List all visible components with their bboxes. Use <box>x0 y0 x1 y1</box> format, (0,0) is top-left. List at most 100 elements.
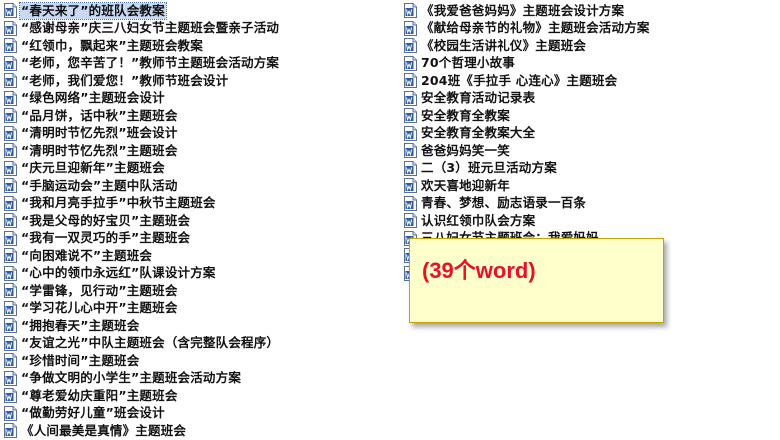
word-document-icon <box>4 160 17 176</box>
word-document-icon <box>404 90 417 106</box>
file-item[interactable]: 《我爱爸爸妈妈》主题班会设计方案 <box>404 2 754 20</box>
file-item[interactable]: “老师，您辛苦了！”教师节主题班会活动方案 <box>4 55 384 73</box>
file-item[interactable]: “红领巾，飘起来”主题班会教案 <box>4 37 384 55</box>
file-item[interactable]: 安全教育全教案 <box>404 107 754 125</box>
file-name: “我有一双灵巧的手”主题班会 <box>21 230 191 246</box>
file-item[interactable]: “清明时节忆先烈”班会设计 <box>4 125 384 143</box>
file-name: “庆元旦迎新年”主题班会 <box>21 160 165 176</box>
file-name: 70个哲理小故事 <box>421 55 515 71</box>
word-document-icon <box>4 370 17 386</box>
file-item[interactable]: “学雷锋，见行动”主题班会 <box>4 282 384 300</box>
file-item[interactable]: 爸爸妈妈笑一笑 <box>404 142 754 160</box>
file-name: “学习花儿心中开”主题班会 <box>21 300 178 316</box>
word-count-callout: (39个word) <box>409 238 664 323</box>
file-item[interactable]: “我有一双灵巧的手”主题班会 <box>4 230 384 248</box>
file-item[interactable]: “向困难说不”主题班会 <box>4 247 384 265</box>
word-document-icon <box>4 248 17 264</box>
file-item[interactable]: 《校园生活讲礼仪》主题班会 <box>404 37 754 55</box>
file-item[interactable]: “清明时节忆先烈”主题班会 <box>4 142 384 160</box>
file-name: “手脑运动会”主题中队活动 <box>21 177 178 193</box>
word-document-icon <box>4 143 17 159</box>
word-document-icon <box>4 38 17 54</box>
word-document-icon <box>4 230 17 246</box>
file-item[interactable]: “我是父母的好宝贝”主题班会 <box>4 212 384 230</box>
word-document-icon <box>4 125 17 141</box>
file-item[interactable]: 认识红领巾队会方案 <box>404 212 754 230</box>
word-count-text: (39个word) <box>422 258 536 283</box>
file-name: “友谊之光”中队主题班会（含完整队会程序） <box>21 335 280 351</box>
file-name: “做勤劳好儿童”班会设计 <box>21 405 165 421</box>
file-name: “老师，我们爱您！”教师节班会设计 <box>21 72 229 88</box>
file-name: 欢天喜地迎新年 <box>421 177 510 193</box>
word-document-icon <box>404 143 417 159</box>
file-name: “学雷锋，见行动”主题班会 <box>21 282 178 298</box>
file-item[interactable]: “感谢母亲”庆三八妇女节主题班会暨亲子活动 <box>4 20 384 38</box>
file-item[interactable]: “老师，我们爱您！”教师节班会设计 <box>4 72 384 90</box>
file-item[interactable]: “拥抱春天”主题班会 <box>4 317 384 335</box>
word-document-icon <box>404 108 417 124</box>
file-name: 204班《手拉手 心连心》主题班会 <box>421 72 618 88</box>
file-item[interactable]: “友谊之光”中队主题班会（含完整队会程序） <box>4 335 384 353</box>
file-name: 安全教育活动记录表 <box>421 90 536 106</box>
file-name: 《我爱爸爸妈妈》主题班会设计方案 <box>421 2 625 18</box>
word-document-icon <box>404 125 417 141</box>
file-item[interactable]: “庆元旦迎新年”主题班会 <box>4 160 384 178</box>
file-item[interactable]: 204班《手拉手 心连心》主题班会 <box>404 72 754 90</box>
file-item[interactable]: “春天来了”的班队会教案 <box>4 1 384 20</box>
file-item[interactable]: “我和月亮手拉手”中秋节主题班会 <box>4 195 384 213</box>
word-document-icon <box>404 38 417 54</box>
file-name: 爸爸妈妈笑一笑 <box>421 142 510 158</box>
word-document-icon <box>4 318 17 334</box>
word-document-icon <box>404 3 417 19</box>
file-item[interactable]: “做勤劳好儿童”班会设计 <box>4 405 384 423</box>
word-document-icon <box>404 55 417 71</box>
file-name: “春天来了”的班队会教案 <box>19 1 167 20</box>
file-name: “品月饼，话中秋”主题班会 <box>21 107 178 123</box>
word-document-icon <box>4 265 17 281</box>
file-item[interactable]: 《献给母亲节的礼物》主题班会活动方案 <box>404 20 754 38</box>
file-name: 安全教育全教案 <box>421 107 510 123</box>
file-name: “心中的领巾永远红”队课设计方案 <box>21 265 216 281</box>
file-name: “我和月亮手拉手”中秋节主题班会 <box>21 195 216 211</box>
file-item[interactable]: “绿色网络”主题班会设计 <box>4 90 384 108</box>
file-name: “感谢母亲”庆三八妇女节主题班会暨亲子活动 <box>21 20 280 36</box>
file-item[interactable]: 青春、梦想、励志语录一百条 <box>404 195 754 213</box>
file-name: 《人间最美是真情》主题班会 <box>21 422 187 438</box>
word-document-icon <box>404 195 417 211</box>
word-document-icon <box>404 73 417 89</box>
word-document-icon <box>4 283 17 299</box>
word-document-icon <box>4 388 17 404</box>
file-item[interactable]: “学习花儿心中开”主题班会 <box>4 300 384 318</box>
file-item[interactable]: “争做文明的小学生”主题班会活动方案 <box>4 370 384 388</box>
word-document-icon <box>4 108 17 124</box>
file-item[interactable]: 70个哲理小故事 <box>404 55 754 73</box>
file-item[interactable]: 欢天喜地迎新年 <box>404 177 754 195</box>
file-item[interactable]: “尊老爱幼庆重阳”主题班会 <box>4 387 384 405</box>
file-item[interactable]: 安全教育全教案大全 <box>404 125 754 143</box>
word-document-icon <box>404 160 417 176</box>
file-name: “绿色网络”主题班会设计 <box>21 90 165 106</box>
file-name: 安全教育全教案大全 <box>421 125 536 141</box>
file-item[interactable]: “珍惜时间”主题班会 <box>4 352 384 370</box>
file-item[interactable]: 二（3）班元旦活动方案 <box>404 160 754 178</box>
word-document-icon <box>4 195 17 211</box>
word-document-icon <box>4 20 17 36</box>
file-name: “我是父母的好宝贝”主题班会 <box>21 212 191 228</box>
file-name: “珍惜时间”主题班会 <box>21 352 140 368</box>
file-item[interactable]: 《人间最美是真情》主题班会 <box>4 422 384 440</box>
file-item[interactable]: “品月饼，话中秋”主题班会 <box>4 107 384 125</box>
word-document-icon <box>4 213 17 229</box>
file-name: “拥抱春天”主题班会 <box>21 317 140 333</box>
file-name: 二（3）班元旦活动方案 <box>421 160 557 176</box>
word-document-icon <box>4 353 17 369</box>
file-item[interactable]: 安全教育活动记录表 <box>404 90 754 108</box>
file-item[interactable]: “手脑运动会”主题中队活动 <box>4 177 384 195</box>
file-name: 青春、梦想、励志语录一百条 <box>421 195 587 211</box>
file-name: “尊老爱幼庆重阳”主题班会 <box>21 387 178 403</box>
file-item[interactable]: “心中的领巾永远红”队课设计方案 <box>4 265 384 283</box>
word-document-icon <box>4 405 17 421</box>
word-document-icon <box>4 55 17 71</box>
word-document-icon <box>404 213 417 229</box>
word-document-icon <box>4 90 17 106</box>
file-name: “争做文明的小学生”主题班会活动方案 <box>21 370 242 386</box>
